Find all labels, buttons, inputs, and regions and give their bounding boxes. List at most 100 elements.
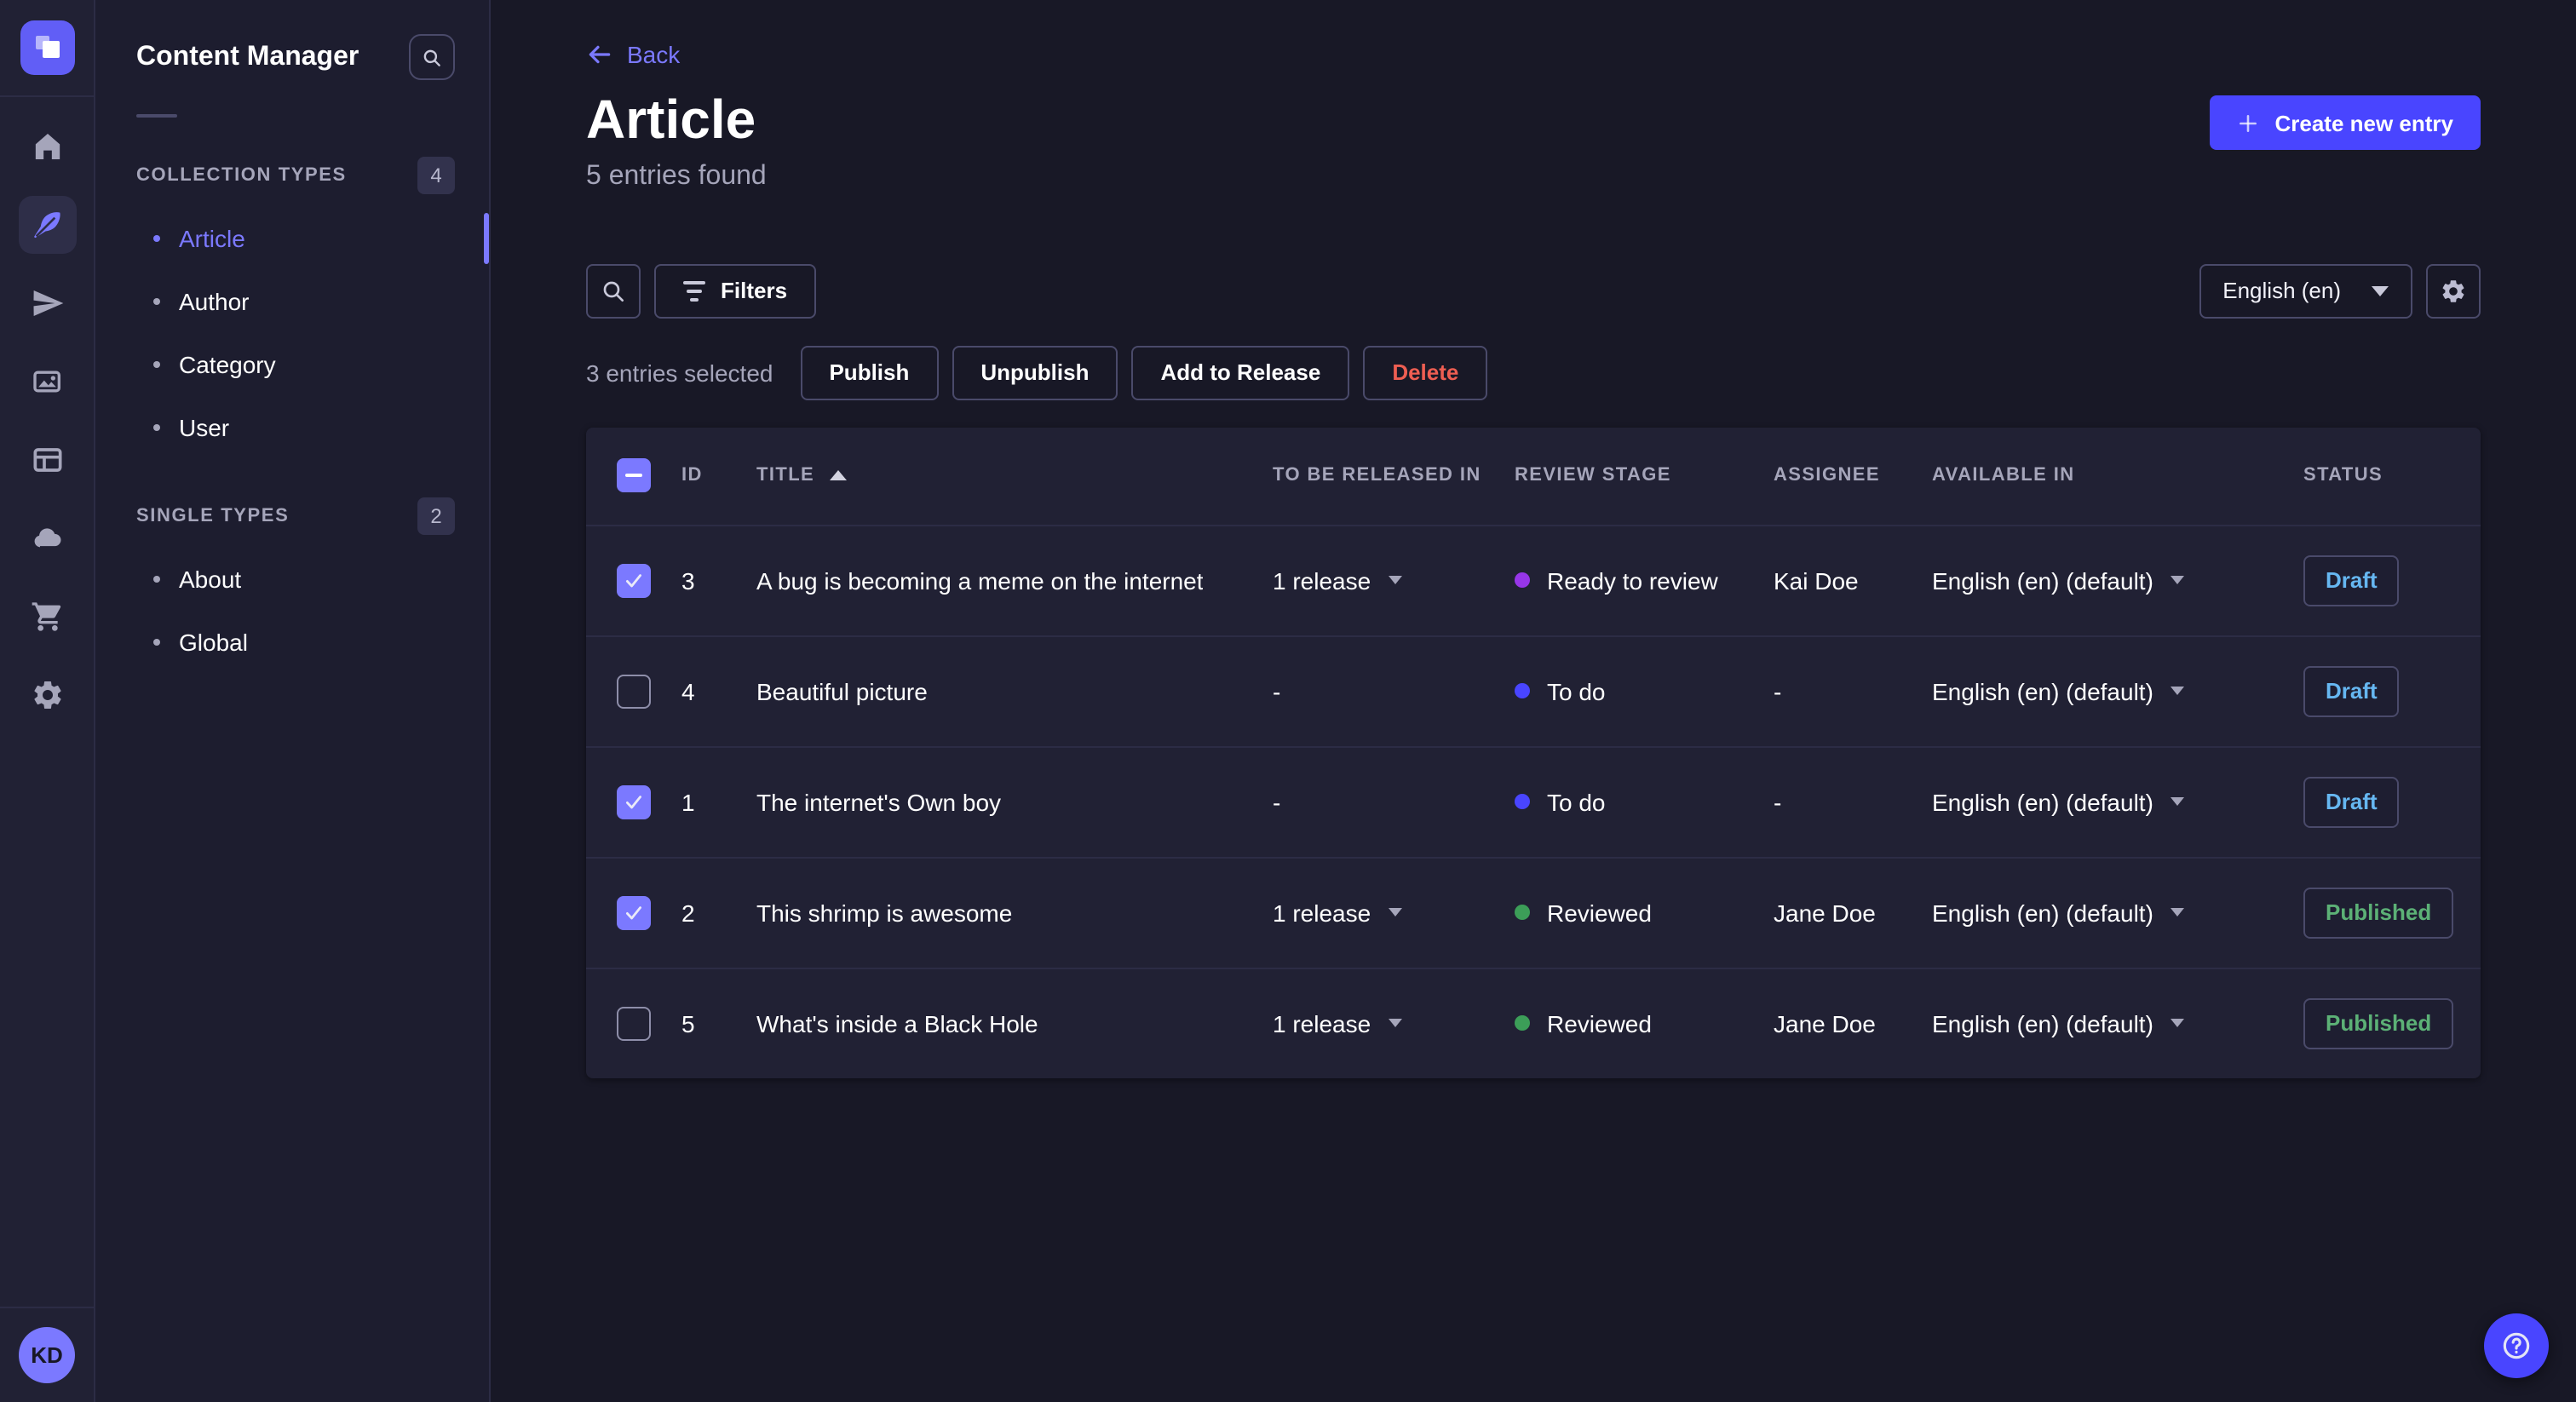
arrow-left-icon — [589, 45, 611, 64]
table-row[interactable]: 4 Beautiful picture - To do - English (e… — [586, 635, 2481, 745]
main-content: Back Article 5 entries found Create new … — [491, 0, 2576, 1402]
create-new-entry-button[interactable]: Create new entry — [2210, 95, 2481, 150]
strapi-logo-icon — [20, 20, 74, 75]
status-cell: Published — [2303, 997, 2454, 1049]
available-in-select[interactable]: English (en) (default) — [1932, 677, 2303, 704]
review-stage-dot — [1515, 905, 1530, 921]
subnav-item-category[interactable]: Category — [95, 332, 489, 395]
assignee-cell: - — [1774, 677, 1782, 705]
add-to-release-button[interactable]: Add to Release — [1131, 345, 1350, 400]
row-checkbox[interactable] — [617, 895, 651, 930]
release-select[interactable]: - — [1273, 677, 1515, 704]
row-checkbox[interactable] — [617, 563, 651, 598]
row-checkbox[interactable] — [617, 1006, 651, 1041]
bullet-icon — [153, 297, 160, 304]
status-badge: Draft — [2303, 776, 2400, 828]
view-settings-button[interactable] — [2426, 263, 2481, 319]
review-stage-dot — [1515, 683, 1530, 699]
sort-ascending-icon — [830, 470, 848, 481]
entries-table: ID TITLE TO BE RELEASED IN REVIEW STAGE … — [586, 427, 2481, 1078]
filters-label: Filters — [721, 278, 788, 304]
chevron-down-icon — [1388, 908, 1402, 917]
publish-button[interactable]: Publish — [800, 345, 939, 400]
status-badge: Draft — [2303, 665, 2400, 717]
column-header-status[interactable]: STATUS — [2303, 465, 2450, 486]
review-stage-cell: Ready to review — [1515, 566, 1774, 594]
filters-button[interactable]: Filters — [654, 263, 817, 319]
release-select[interactable]: 1 release — [1273, 1009, 1515, 1037]
entry-id: 3 — [681, 566, 695, 595]
page-title: Article — [586, 89, 756, 150]
table-row[interactable]: 5 What's inside a Black Hole 1 release R… — [586, 967, 2481, 1077]
column-header-assignee[interactable]: ASSIGNEE — [1774, 465, 1932, 486]
app: KD Content Manager COLLECTION TYPES 4 Ar… — [0, 0, 2576, 1402]
collection-types-count-badge: 4 — [417, 157, 455, 194]
column-header-released[interactable]: TO BE RELEASED IN — [1273, 465, 1515, 486]
entries-count: 5 entries found — [586, 161, 767, 191]
bullet-icon — [153, 638, 160, 645]
subnav-title: Content Manager — [136, 42, 359, 71]
column-header-available-in[interactable]: AVAILABLE IN — [1932, 465, 2303, 486]
row-checkbox[interactable] — [617, 784, 651, 819]
back-link[interactable]: Back — [586, 41, 680, 68]
subnav-item-about[interactable]: About — [95, 547, 489, 610]
status-cell: Published — [2303, 887, 2454, 939]
question-mark-icon — [2503, 1332, 2530, 1359]
gear-icon — [2442, 279, 2464, 302]
column-header-id[interactable]: ID — [681, 465, 756, 486]
locale-select[interactable]: English (en) — [2199, 263, 2412, 319]
available-in-select[interactable]: English (en) (default) — [1932, 788, 2303, 815]
subnav-item-user[interactable]: User — [95, 395, 489, 458]
chevron-down-icon — [2170, 908, 2184, 917]
chevron-down-icon — [2170, 576, 2184, 585]
user-avatar[interactable]: KD — [19, 1327, 75, 1383]
search-icon — [423, 49, 440, 66]
subnav-item-author[interactable]: Author — [95, 269, 489, 332]
column-header-title[interactable]: TITLE — [756, 465, 1273, 486]
table-row[interactable]: 3 A bug is becoming a meme on the intern… — [586, 524, 2481, 635]
chevron-down-icon — [1388, 1019, 1402, 1028]
strapi-logo[interactable] — [0, 0, 94, 97]
select-all-checkbox[interactable] — [617, 458, 651, 493]
content-type-builder-icon[interactable] — [18, 431, 76, 489]
bullet-icon — [153, 423, 160, 430]
marketplace-icon[interactable] — [18, 588, 76, 646]
subnav-item-global[interactable]: Global — [95, 610, 489, 673]
table-row[interactable]: 1 The internet's Own boy - To do - Engli… — [586, 745, 2481, 856]
settings-icon[interactable] — [18, 666, 76, 724]
search-button[interactable] — [586, 263, 641, 319]
table-row[interactable]: 2 This shrimp is awesome 1 release Revie… — [586, 856, 2481, 967]
releases-icon[interactable] — [18, 274, 76, 332]
subnav-item-label: Global — [179, 628, 248, 655]
delete-button[interactable]: Delete — [1363, 345, 1488, 400]
subnav-item-article[interactable]: Article — [95, 206, 489, 269]
subnav-item-label: About — [179, 565, 242, 592]
release-select[interactable]: - — [1273, 788, 1515, 815]
review-stage-dot — [1515, 572, 1530, 589]
single-types-section: SINGLE TYPES 2 About Global — [95, 496, 489, 673]
media-library-icon[interactable] — [18, 353, 76, 411]
home-icon[interactable] — [18, 118, 76, 175]
subnav-search-button[interactable] — [409, 34, 455, 80]
chevron-down-icon — [2372, 285, 2389, 296]
cloud-icon[interactable] — [18, 509, 76, 567]
available-in-select[interactable]: English (en) (default) — [1932, 899, 2303, 926]
available-in-select[interactable]: English (en) (default) — [1932, 566, 2303, 594]
row-checkbox[interactable] — [617, 674, 651, 709]
release-select[interactable]: 1 release — [1273, 566, 1515, 594]
single-types-label: SINGLE TYPES — [136, 506, 290, 526]
content-manager-icon[interactable] — [18, 196, 76, 254]
column-header-review-stage[interactable]: REVIEW STAGE — [1515, 465, 1774, 486]
assignee-cell: Jane Doe — [1774, 1009, 1876, 1037]
locale-value: English (en) — [2222, 278, 2341, 304]
chevron-down-icon — [2170, 1019, 2184, 1028]
unpublish-button[interactable]: Unpublish — [952, 345, 1118, 400]
help-button[interactable] — [2484, 1313, 2549, 1378]
release-select[interactable]: 1 release — [1273, 899, 1515, 926]
chevron-down-icon — [2170, 687, 2184, 696]
available-in-select[interactable]: English (en) (default) — [1932, 1009, 2303, 1037]
subnav-item-label: Category — [179, 350, 276, 377]
entry-id: 5 — [681, 1009, 695, 1037]
check-icon — [626, 905, 642, 919]
single-types-count-badge: 2 — [417, 497, 455, 535]
